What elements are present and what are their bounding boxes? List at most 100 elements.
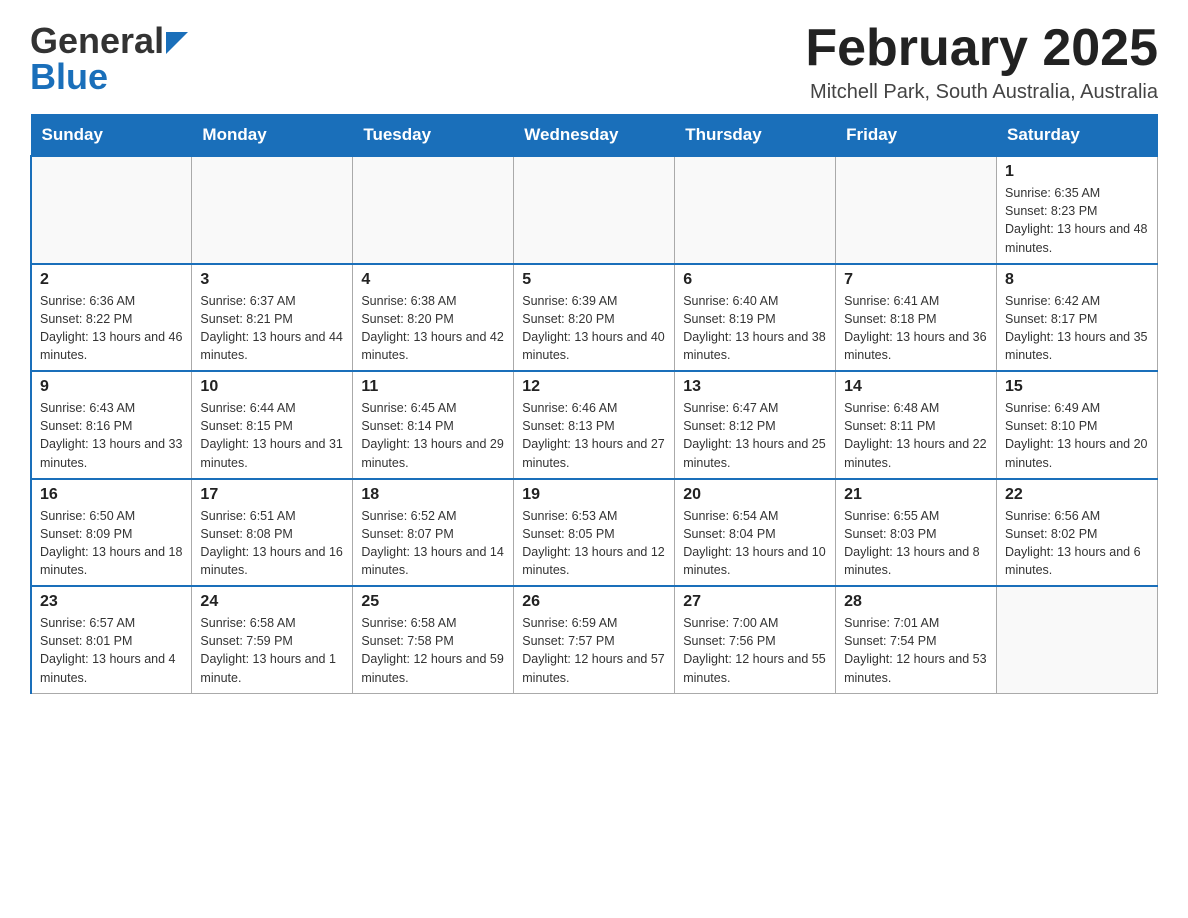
calendar-table: Sunday Monday Tuesday Wednesday Thursday… <box>30 114 1158 694</box>
day-number: 23 <box>40 593 183 611</box>
day-info: Sunrise: 7:00 AM Sunset: 7:56 PM Dayligh… <box>683 614 827 687</box>
day-info: Sunrise: 6:55 AM Sunset: 8:03 PM Dayligh… <box>844 507 988 580</box>
day-info: Sunrise: 7:01 AM Sunset: 7:54 PM Dayligh… <box>844 614 988 687</box>
day-info: Sunrise: 6:45 AM Sunset: 8:14 PM Dayligh… <box>361 399 505 472</box>
col-saturday: Saturday <box>997 115 1158 157</box>
page-header: General Blue February 2025 Mitchell Park… <box>30 20 1158 104</box>
table-row: 24 Sunrise: 6:58 AM Sunset: 7:59 PM Dayli… <box>192 586 353 693</box>
table-row: 5 Sunrise: 6:39 AM Sunset: 8:20 PM Daylig… <box>514 264 675 372</box>
title-block: February 2025 Mitchell Park, South Austr… <box>805 20 1158 104</box>
table-row: 8 Sunrise: 6:42 AM Sunset: 8:17 PM Daylig… <box>997 264 1158 372</box>
day-info: Sunrise: 6:58 AM Sunset: 7:59 PM Dayligh… <box>200 614 344 687</box>
table-row: 6 Sunrise: 6:40 AM Sunset: 8:19 PM Daylig… <box>675 264 836 372</box>
day-info: Sunrise: 6:57 AM Sunset: 8:01 PM Dayligh… <box>40 614 183 687</box>
logo: General Blue <box>30 20 188 98</box>
day-number: 28 <box>844 593 988 611</box>
calendar-week-row: 16 Sunrise: 6:50 AM Sunset: 8:09 PM Dayli… <box>31 479 1158 587</box>
calendar-week-row: 9 Sunrise: 6:43 AM Sunset: 8:16 PM Daylig… <box>31 371 1158 479</box>
table-row <box>31 156 192 264</box>
table-row: 2 Sunrise: 6:36 AM Sunset: 8:22 PM Daylig… <box>31 264 192 372</box>
location-subtitle: Mitchell Park, South Australia, Australi… <box>805 81 1158 104</box>
day-number: 6 <box>683 271 827 289</box>
day-number: 10 <box>200 378 344 396</box>
table-row: 20Sunrise: 6:54 AM Sunset: 8:04 PM Dayli… <box>675 479 836 587</box>
day-number: 25 <box>361 593 505 611</box>
day-number: 7 <box>844 271 988 289</box>
day-number: 1 <box>1005 163 1149 181</box>
day-info: Sunrise: 6:36 AM Sunset: 8:22 PM Dayligh… <box>40 292 183 365</box>
table-row: 17 Sunrise: 6:51 AM Sunset: 8:08 PM Dayli… <box>192 479 353 587</box>
day-number: 19 <box>522 486 666 504</box>
day-info: Sunrise: 6:48 AM Sunset: 8:11 PM Dayligh… <box>844 399 988 472</box>
calendar-week-row: 1 Sunrise: 6:35 AM Sunset: 8:23 PM Daylig… <box>31 156 1158 264</box>
day-number: 17 <box>200 486 344 504</box>
day-info: Sunrise: 6:37 AM Sunset: 8:21 PM Dayligh… <box>200 292 344 365</box>
day-number: 4 <box>361 271 505 289</box>
logo-arrow-icon <box>166 32 188 54</box>
table-row <box>836 156 997 264</box>
table-row: 21Sunrise: 6:55 AM Sunset: 8:03 PM Dayli… <box>836 479 997 587</box>
col-monday: Monday <box>192 115 353 157</box>
table-row: 23 Sunrise: 6:57 AM Sunset: 8:01 PM Dayli… <box>31 586 192 693</box>
calendar-week-row: 23 Sunrise: 6:57 AM Sunset: 8:01 PM Dayli… <box>31 586 1158 693</box>
day-number: 24 <box>200 593 344 611</box>
table-row <box>192 156 353 264</box>
day-number: 27 <box>683 593 827 611</box>
day-number: 14 <box>844 378 988 396</box>
table-row: 19Sunrise: 6:53 AM Sunset: 8:05 PM Dayli… <box>514 479 675 587</box>
table-row: 4 Sunrise: 6:38 AM Sunset: 8:20 PM Daylig… <box>353 264 514 372</box>
table-row: 26 Sunrise: 6:59 AM Sunset: 7:57 PM Dayli… <box>514 586 675 693</box>
day-info: Sunrise: 6:59 AM Sunset: 7:57 PM Dayligh… <box>522 614 666 687</box>
day-number: 11 <box>361 378 505 396</box>
day-number: 12 <box>522 378 666 396</box>
table-row: 9 Sunrise: 6:43 AM Sunset: 8:16 PM Daylig… <box>31 371 192 479</box>
col-sunday: Sunday <box>31 115 192 157</box>
day-info: Sunrise: 6:51 AM Sunset: 8:08 PM Dayligh… <box>200 507 344 580</box>
day-info: Sunrise: 6:41 AM Sunset: 8:18 PM Dayligh… <box>844 292 988 365</box>
day-number: 8 <box>1005 271 1149 289</box>
table-row: 25Sunrise: 6:58 AM Sunset: 7:58 PM Dayli… <box>353 586 514 693</box>
table-row: 22 Sunrise: 6:56 AM Sunset: 8:02 PM Dayli… <box>997 479 1158 587</box>
day-info: Sunrise: 6:42 AM Sunset: 8:17 PM Dayligh… <box>1005 292 1149 365</box>
table-row: 18 Sunrise: 6:52 AM Sunset: 8:07 PM Dayli… <box>353 479 514 587</box>
col-wednesday: Wednesday <box>514 115 675 157</box>
table-row: 15Sunrise: 6:49 AM Sunset: 8:10 PM Dayli… <box>997 371 1158 479</box>
day-info: Sunrise: 6:50 AM Sunset: 8:09 PM Dayligh… <box>40 507 183 580</box>
day-info: Sunrise: 6:52 AM Sunset: 8:07 PM Dayligh… <box>361 507 505 580</box>
day-info: Sunrise: 6:39 AM Sunset: 8:20 PM Dayligh… <box>522 292 666 365</box>
table-row <box>353 156 514 264</box>
day-number: 16 <box>40 486 183 504</box>
table-row: 7 Sunrise: 6:41 AM Sunset: 8:18 PM Daylig… <box>836 264 997 372</box>
day-number: 20 <box>683 486 827 504</box>
table-row: 12 Sunrise: 6:46 AM Sunset: 8:13 PM Dayli… <box>514 371 675 479</box>
day-info: Sunrise: 6:35 AM Sunset: 8:23 PM Dayligh… <box>1005 184 1149 257</box>
table-row: 11 Sunrise: 6:45 AM Sunset: 8:14 PM Dayli… <box>353 371 514 479</box>
day-info: Sunrise: 6:40 AM Sunset: 8:19 PM Dayligh… <box>683 292 827 365</box>
day-info: Sunrise: 6:38 AM Sunset: 8:20 PM Dayligh… <box>361 292 505 365</box>
day-number: 18 <box>361 486 505 504</box>
day-info: Sunrise: 6:47 AM Sunset: 8:12 PM Dayligh… <box>683 399 827 472</box>
day-info: Sunrise: 6:43 AM Sunset: 8:16 PM Dayligh… <box>40 399 183 472</box>
col-friday: Friday <box>836 115 997 157</box>
table-row: 28 Sunrise: 7:01 AM Sunset: 7:54 PM Dayli… <box>836 586 997 693</box>
table-row: 1 Sunrise: 6:35 AM Sunset: 8:23 PM Daylig… <box>997 156 1158 264</box>
logo-blue: Blue <box>30 56 108 98</box>
day-number: 9 <box>40 378 183 396</box>
col-thursday: Thursday <box>675 115 836 157</box>
day-info: Sunrise: 6:46 AM Sunset: 8:13 PM Dayligh… <box>522 399 666 472</box>
day-number: 22 <box>1005 486 1149 504</box>
table-row: 10Sunrise: 6:44 AM Sunset: 8:15 PM Dayli… <box>192 371 353 479</box>
day-info: Sunrise: 6:56 AM Sunset: 8:02 PM Dayligh… <box>1005 507 1149 580</box>
day-number: 26 <box>522 593 666 611</box>
day-number: 3 <box>200 271 344 289</box>
table-row: 27 Sunrise: 7:00 AM Sunset: 7:56 PM Dayli… <box>675 586 836 693</box>
calendar-week-row: 2 Sunrise: 6:36 AM Sunset: 8:22 PM Daylig… <box>31 264 1158 372</box>
day-number: 2 <box>40 271 183 289</box>
day-number: 5 <box>522 271 666 289</box>
table-row: 16 Sunrise: 6:50 AM Sunset: 8:09 PM Dayli… <box>31 479 192 587</box>
day-info: Sunrise: 6:49 AM Sunset: 8:10 PM Dayligh… <box>1005 399 1149 472</box>
table-row: 3 Sunrise: 6:37 AM Sunset: 8:21 PM Daylig… <box>192 264 353 372</box>
table-row <box>997 586 1158 693</box>
month-title: February 2025 <box>805 20 1158 77</box>
table-row: 13Sunrise: 6:47 AM Sunset: 8:12 PM Dayli… <box>675 371 836 479</box>
